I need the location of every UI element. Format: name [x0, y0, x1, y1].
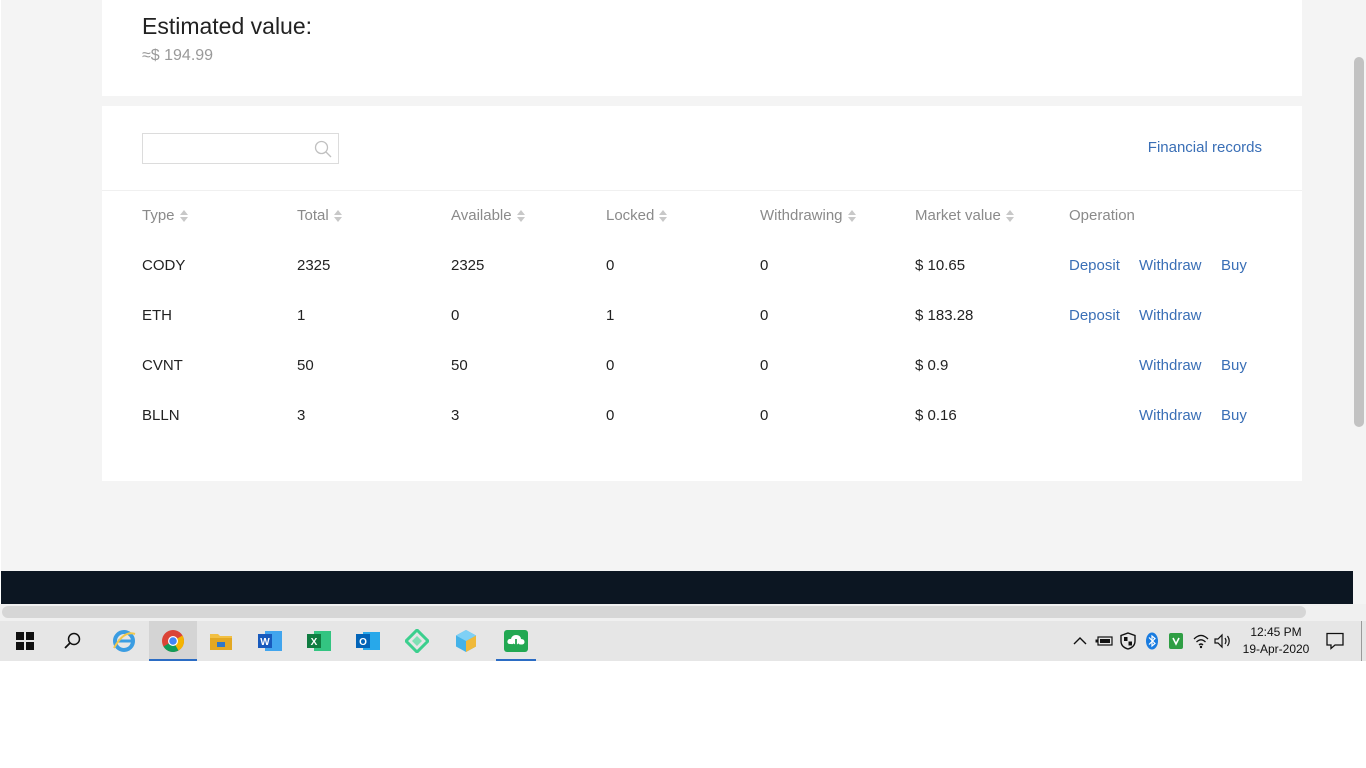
svg-text:X: X — [311, 637, 318, 648]
action-center-icon[interactable] — [1322, 621, 1348, 661]
page-footer — [1, 571, 1353, 604]
excel-icon[interactable]: X — [295, 621, 343, 661]
word-icon[interactable]: W — [246, 621, 294, 661]
internet-explorer-icon[interactable] — [100, 621, 148, 661]
sort-icon[interactable] — [1005, 209, 1014, 222]
cell-withdrawing: 0 — [760, 307, 769, 324]
estimated-value-card: Estimated value: ≈$ 194.99 — [102, 0, 1302, 96]
green-shield-app-icon[interactable] — [1164, 621, 1188, 661]
buy-link[interactable]: Buy — [1221, 357, 1247, 374]
cell-type: CVNT — [142, 357, 183, 374]
wifi-icon[interactable] — [1189, 621, 1213, 661]
battery-icon[interactable] — [1092, 621, 1116, 661]
cell-total: 2325 — [297, 257, 331, 274]
asset-search-box[interactable] — [142, 133, 339, 164]
green-diamond-app-icon[interactable] — [393, 621, 441, 661]
windows-start-icon[interactable] — [1, 621, 49, 661]
column-header-operation: Operation — [1069, 207, 1135, 224]
cell-total: 1 — [297, 307, 306, 324]
file-explorer-icon[interactable] — [197, 621, 245, 661]
blue-cube-app-icon[interactable] — [442, 621, 490, 661]
chrome-icon[interactable] — [149, 621, 197, 661]
column-header-market-value[interactable]: Market value — [915, 207, 1014, 224]
sort-icon[interactable] — [179, 209, 188, 222]
column-header-withdrawing[interactable]: Withdrawing — [760, 207, 856, 224]
svg-text:W: W — [260, 637, 270, 648]
vertical-scrollbar[interactable] — [1353, 0, 1366, 604]
withdraw-link[interactable]: Withdraw — [1139, 307, 1202, 324]
withdraw-link[interactable]: Withdraw — [1139, 407, 1202, 424]
cell-locked: 0 — [606, 357, 615, 374]
page-background: Estimated value: ≈$ 194.99 Financial rec… — [1, 0, 1353, 604]
cell-available: 2325 — [451, 257, 485, 274]
column-header-locked[interactable]: Locked — [606, 207, 668, 224]
cell-withdrawing: 0 — [760, 407, 769, 424]
horizontal-scrollbar[interactable] — [0, 604, 1366, 621]
column-header-label: Operation — [1069, 207, 1135, 224]
cell-withdrawing: 0 — [760, 357, 769, 374]
cell-type: ETH — [142, 307, 172, 324]
column-header-type[interactable]: Type — [142, 207, 188, 224]
cloud-download-app-icon[interactable] — [496, 621, 536, 661]
sort-icon[interactable] — [333, 209, 342, 222]
cell-locked: 0 — [606, 257, 615, 274]
browser-viewport: Estimated value: ≈$ 194.99 Financial rec… — [0, 0, 1366, 661]
security-shield-icon[interactable] — [1116, 621, 1140, 661]
withdraw-link[interactable]: Withdraw — [1139, 257, 1202, 274]
financial-records-link[interactable]: Financial records — [1148, 139, 1262, 156]
chevron-up-icon[interactable] — [1068, 621, 1092, 661]
search-icon[interactable] — [49, 621, 97, 661]
column-header-label: Available — [451, 207, 512, 224]
clock-date: 19-Apr-2020 — [1242, 642, 1310, 656]
sort-icon[interactable] — [847, 209, 856, 222]
column-header-label: Withdrawing — [760, 207, 843, 224]
withdraw-link[interactable]: Withdraw — [1139, 357, 1202, 374]
show-desktop-button[interactable] — [1361, 621, 1362, 661]
sort-icon[interactable] — [659, 209, 668, 222]
cell-market-value: $ 0.9 — [915, 357, 949, 374]
buy-link[interactable]: Buy — [1221, 407, 1247, 424]
sort-icon[interactable] — [516, 209, 525, 222]
taskbar-clock[interactable]: 12:45 PM 19-Apr-2020 — [1240, 624, 1312, 658]
estimated-value-amount: ≈$ 194.99 — [142, 47, 214, 64]
clock-time: 12:45 PM — [1250, 625, 1302, 639]
column-header-label: Total — [297, 207, 329, 224]
vertical-scrollbar-thumb[interactable] — [1354, 57, 1364, 427]
column-header-available[interactable]: Available — [451, 207, 525, 224]
column-header-label: Locked — [606, 207, 655, 224]
column-header-total[interactable]: Total — [297, 207, 342, 224]
cell-available: 0 — [451, 307, 460, 324]
cell-market-value: $ 10.65 — [915, 257, 966, 274]
cell-market-value: $ 183.28 — [915, 307, 974, 324]
column-header-label: Type — [142, 207, 175, 224]
cell-market-value: $ 0.16 — [915, 407, 957, 424]
cell-total: 50 — [297, 357, 314, 374]
cell-type: CODY — [142, 257, 186, 274]
cell-available: 3 — [451, 407, 460, 424]
outlook-icon[interactable]: O — [344, 621, 392, 661]
bluetooth-icon[interactable] — [1140, 621, 1164, 661]
buy-link[interactable]: Buy — [1221, 257, 1247, 274]
cell-available: 50 — [451, 357, 468, 374]
windows-taskbar: W X O 12:45 PM 19-Apr-2020 — [0, 621, 1366, 661]
deposit-link[interactable]: Deposit — [1069, 307, 1120, 324]
cell-locked: 1 — [606, 307, 615, 324]
cell-type: BLLN — [142, 407, 180, 424]
search-icon[interactable] — [314, 140, 332, 158]
header-divider — [102, 190, 1302, 191]
deposit-link[interactable]: Deposit — [1069, 257, 1120, 274]
estimated-value-title: Estimated value: — [142, 13, 313, 39]
assets-card: Financial records Type Total Available L… — [102, 106, 1302, 481]
cell-locked: 0 — [606, 407, 615, 424]
svg-text:O: O — [359, 637, 367, 648]
volume-icon[interactable] — [1212, 621, 1236, 661]
column-header-label: Market value — [915, 207, 1001, 224]
cell-total: 3 — [297, 407, 306, 424]
horizontal-scrollbar-thumb[interactable] — [2, 606, 1306, 618]
cell-withdrawing: 0 — [760, 257, 769, 274]
asset-search-input[interactable] — [143, 134, 319, 163]
